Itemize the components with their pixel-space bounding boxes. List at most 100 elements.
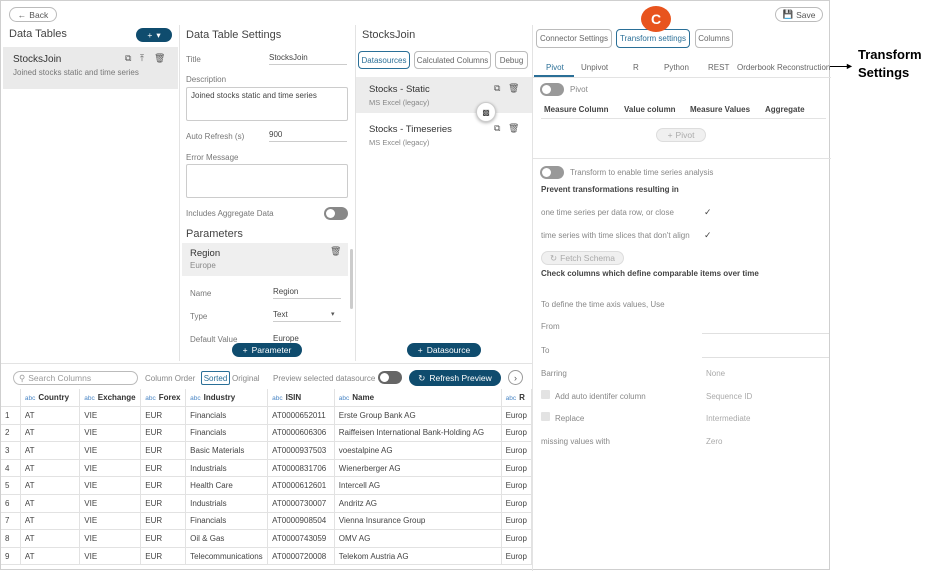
search-icon: ⚲ (19, 372, 26, 383)
datasource-name[interactable]: Stocks - Timeseries (369, 124, 452, 135)
join-title: StocksJoin (362, 29, 416, 41)
column-header[interactable]: abc ISIN (267, 389, 335, 408)
missing-values-label: missing values with (541, 437, 610, 446)
table-row[interactable]: 5 AT VIE EUR Health Care AT0000612601 Intercel… (1, 476, 533, 496)
to-label: To (541, 346, 550, 355)
parameter-value: Europe (190, 261, 216, 270)
back-button[interactable]: ← Back (9, 7, 57, 22)
table-cell: VIE (79, 547, 142, 566)
auto-id-input[interactable]: Sequence ID (706, 392, 752, 401)
trash-icon[interactable]: 🗑 (154, 53, 165, 64)
param-name-label: Name (190, 289, 212, 298)
subtab-r[interactable]: R (633, 63, 639, 72)
add-pivot-button[interactable]: + Pivot (656, 128, 706, 142)
paste-icon[interactable]: ▩ (476, 102, 496, 122)
tab-calculated-columns[interactable]: Calculated Columns (414, 51, 491, 69)
column-header[interactable]: abc Name (334, 389, 502, 408)
column-header[interactable]: abc Forex (140, 389, 187, 408)
save-button[interactable]: 💾 Save (775, 7, 823, 22)
table-cell: Raiffeisen International Bank-Holding AG (334, 424, 502, 443)
add-datasource-button[interactable]: + Datasource (407, 343, 481, 357)
table-cell: VIE (79, 406, 142, 425)
column-header[interactable]: abc Country (20, 389, 81, 408)
description-textarea[interactable]: Joined stocks static and time series (186, 87, 348, 121)
checkmark-icon[interactable]: ✓ (704, 208, 713, 217)
from-input[interactable] (702, 333, 829, 334)
tab-datasources[interactable]: Datasources (358, 51, 410, 69)
param-name-input[interactable]: Region (273, 287, 341, 299)
subtab-python[interactable]: Python (664, 63, 689, 72)
table-cell: EUR (140, 406, 187, 425)
column-header[interactable]: abc Industry (185, 389, 269, 408)
search-columns-input[interactable]: ⚲ Search Columns (13, 371, 138, 385)
title-input[interactable]: StocksJoin (269, 53, 347, 65)
subtab-rest[interactable]: REST (708, 63, 729, 72)
tab-columns[interactable]: Columns (695, 29, 733, 48)
subtab-unpivot[interactable]: Unpivot (581, 63, 608, 72)
copy-icon[interactable]: ⧉ (125, 53, 131, 64)
table-row[interactable]: 3 AT VIE EUR Basic Materials AT0000937503 voes… (1, 441, 533, 460)
error-message-textarea[interactable] (186, 164, 348, 198)
to-input[interactable] (702, 357, 829, 358)
table-cell: AT0000606306 (267, 424, 335, 443)
add-parameter-button[interactable]: + Parameter (232, 343, 302, 357)
refresh-icon: ↻ (418, 372, 426, 383)
row-number-header (1, 389, 21, 408)
pivot-header-measure-values: Measure Values (690, 105, 751, 114)
pivot-label: Pivot (570, 85, 588, 94)
trash-icon[interactable]: 🗑 (508, 123, 519, 134)
table-cell: AT (20, 529, 81, 548)
original-toggle[interactable]: Original (232, 374, 260, 383)
trash-icon[interactable]: 🗑 (330, 246, 341, 257)
divider (541, 118, 826, 119)
row-number-cell: 6 (1, 494, 21, 513)
table-row[interactable]: 1 AT VIE EUR Financials AT0000652011 Erste Gro… (1, 406, 533, 425)
refresh-preview-button[interactable]: ↻ Refresh Preview (409, 370, 501, 386)
tab-debug[interactable]: Debug (495, 51, 528, 69)
preview-datasource-toggle[interactable] (378, 371, 402, 384)
prevent-option-1: one time series per data row, or close (541, 208, 674, 217)
barring-select[interactable]: None (706, 369, 725, 378)
table-row[interactable]: 4 AT VIE EUR Industrials AT0000831706 Wienerbe… (1, 459, 533, 478)
checkmark-icon[interactable]: ✓ (704, 231, 713, 240)
checkbox[interactable] (541, 390, 550, 399)
table-row[interactable]: 6 AT VIE EUR Industrials AT0000730007 Andritz … (1, 494, 533, 513)
fetch-schema-button[interactable]: ↻ Fetch Schema (541, 251, 624, 265)
tab-connector-settings[interactable]: Connector Settings (536, 29, 612, 48)
copy-icon[interactable]: ⧉ (494, 123, 500, 134)
divider (533, 158, 831, 159)
copy-icon[interactable]: ⧉ (494, 83, 500, 94)
time-series-toggle[interactable] (540, 166, 564, 179)
includes-aggregate-toggle[interactable] (324, 207, 348, 220)
replace-select[interactable]: Intermediate (706, 414, 750, 423)
param-default-value[interactable]: Europe (273, 334, 299, 343)
table-cell: Europ (501, 512, 533, 531)
checkbox[interactable] (541, 412, 550, 421)
table-cell: AT0000908504 (267, 512, 335, 531)
table-cell: Basic Materials (185, 441, 269, 460)
column-header[interactable]: abc R (501, 389, 533, 408)
upload-icon[interactable]: ⤒ (140, 53, 144, 64)
column-header[interactable]: abc Exchange (79, 389, 142, 408)
table-cell: AT (20, 547, 81, 566)
subtab-pivot[interactable]: Pivot (546, 63, 564, 72)
add-table-button[interactable]: + ▾ (136, 28, 172, 42)
table-row[interactable]: 7 AT VIE EUR Financials AT0000908504 Vienna In… (1, 512, 533, 531)
trash-icon[interactable]: 🗑 (508, 83, 519, 94)
table-row[interactable]: 2 AT VIE EUR Financials AT0000606306 Raiffeise… (1, 424, 533, 443)
auto-refresh-input[interactable]: 900 (269, 130, 347, 142)
parameter-scrollbar[interactable] (350, 249, 353, 309)
datasource-item-selected[interactable] (356, 77, 532, 113)
table-cell: VIE (79, 459, 142, 478)
sorted-toggle[interactable]: Sorted (201, 371, 230, 385)
missing-values-select[interactable]: Zero (706, 437, 722, 446)
chevron-right-icon[interactable]: › (508, 370, 523, 385)
table-cell: EUR (140, 441, 187, 460)
table-row[interactable]: 8 AT VIE EUR Oil & Gas AT0000743059 OMV AG Euro… (1, 529, 533, 548)
plus-icon: + (242, 345, 248, 355)
table-row[interactable]: 9 AT VIE EUR Telecommunications AT0000720008 T… (1, 547, 533, 566)
pivot-toggle[interactable] (540, 83, 564, 96)
subtab-orderbook[interactable]: Orderbook Reconstruction (737, 63, 831, 72)
preview-datasource-label: Preview selected datasource (273, 374, 376, 383)
table-cell: AT (20, 494, 81, 513)
